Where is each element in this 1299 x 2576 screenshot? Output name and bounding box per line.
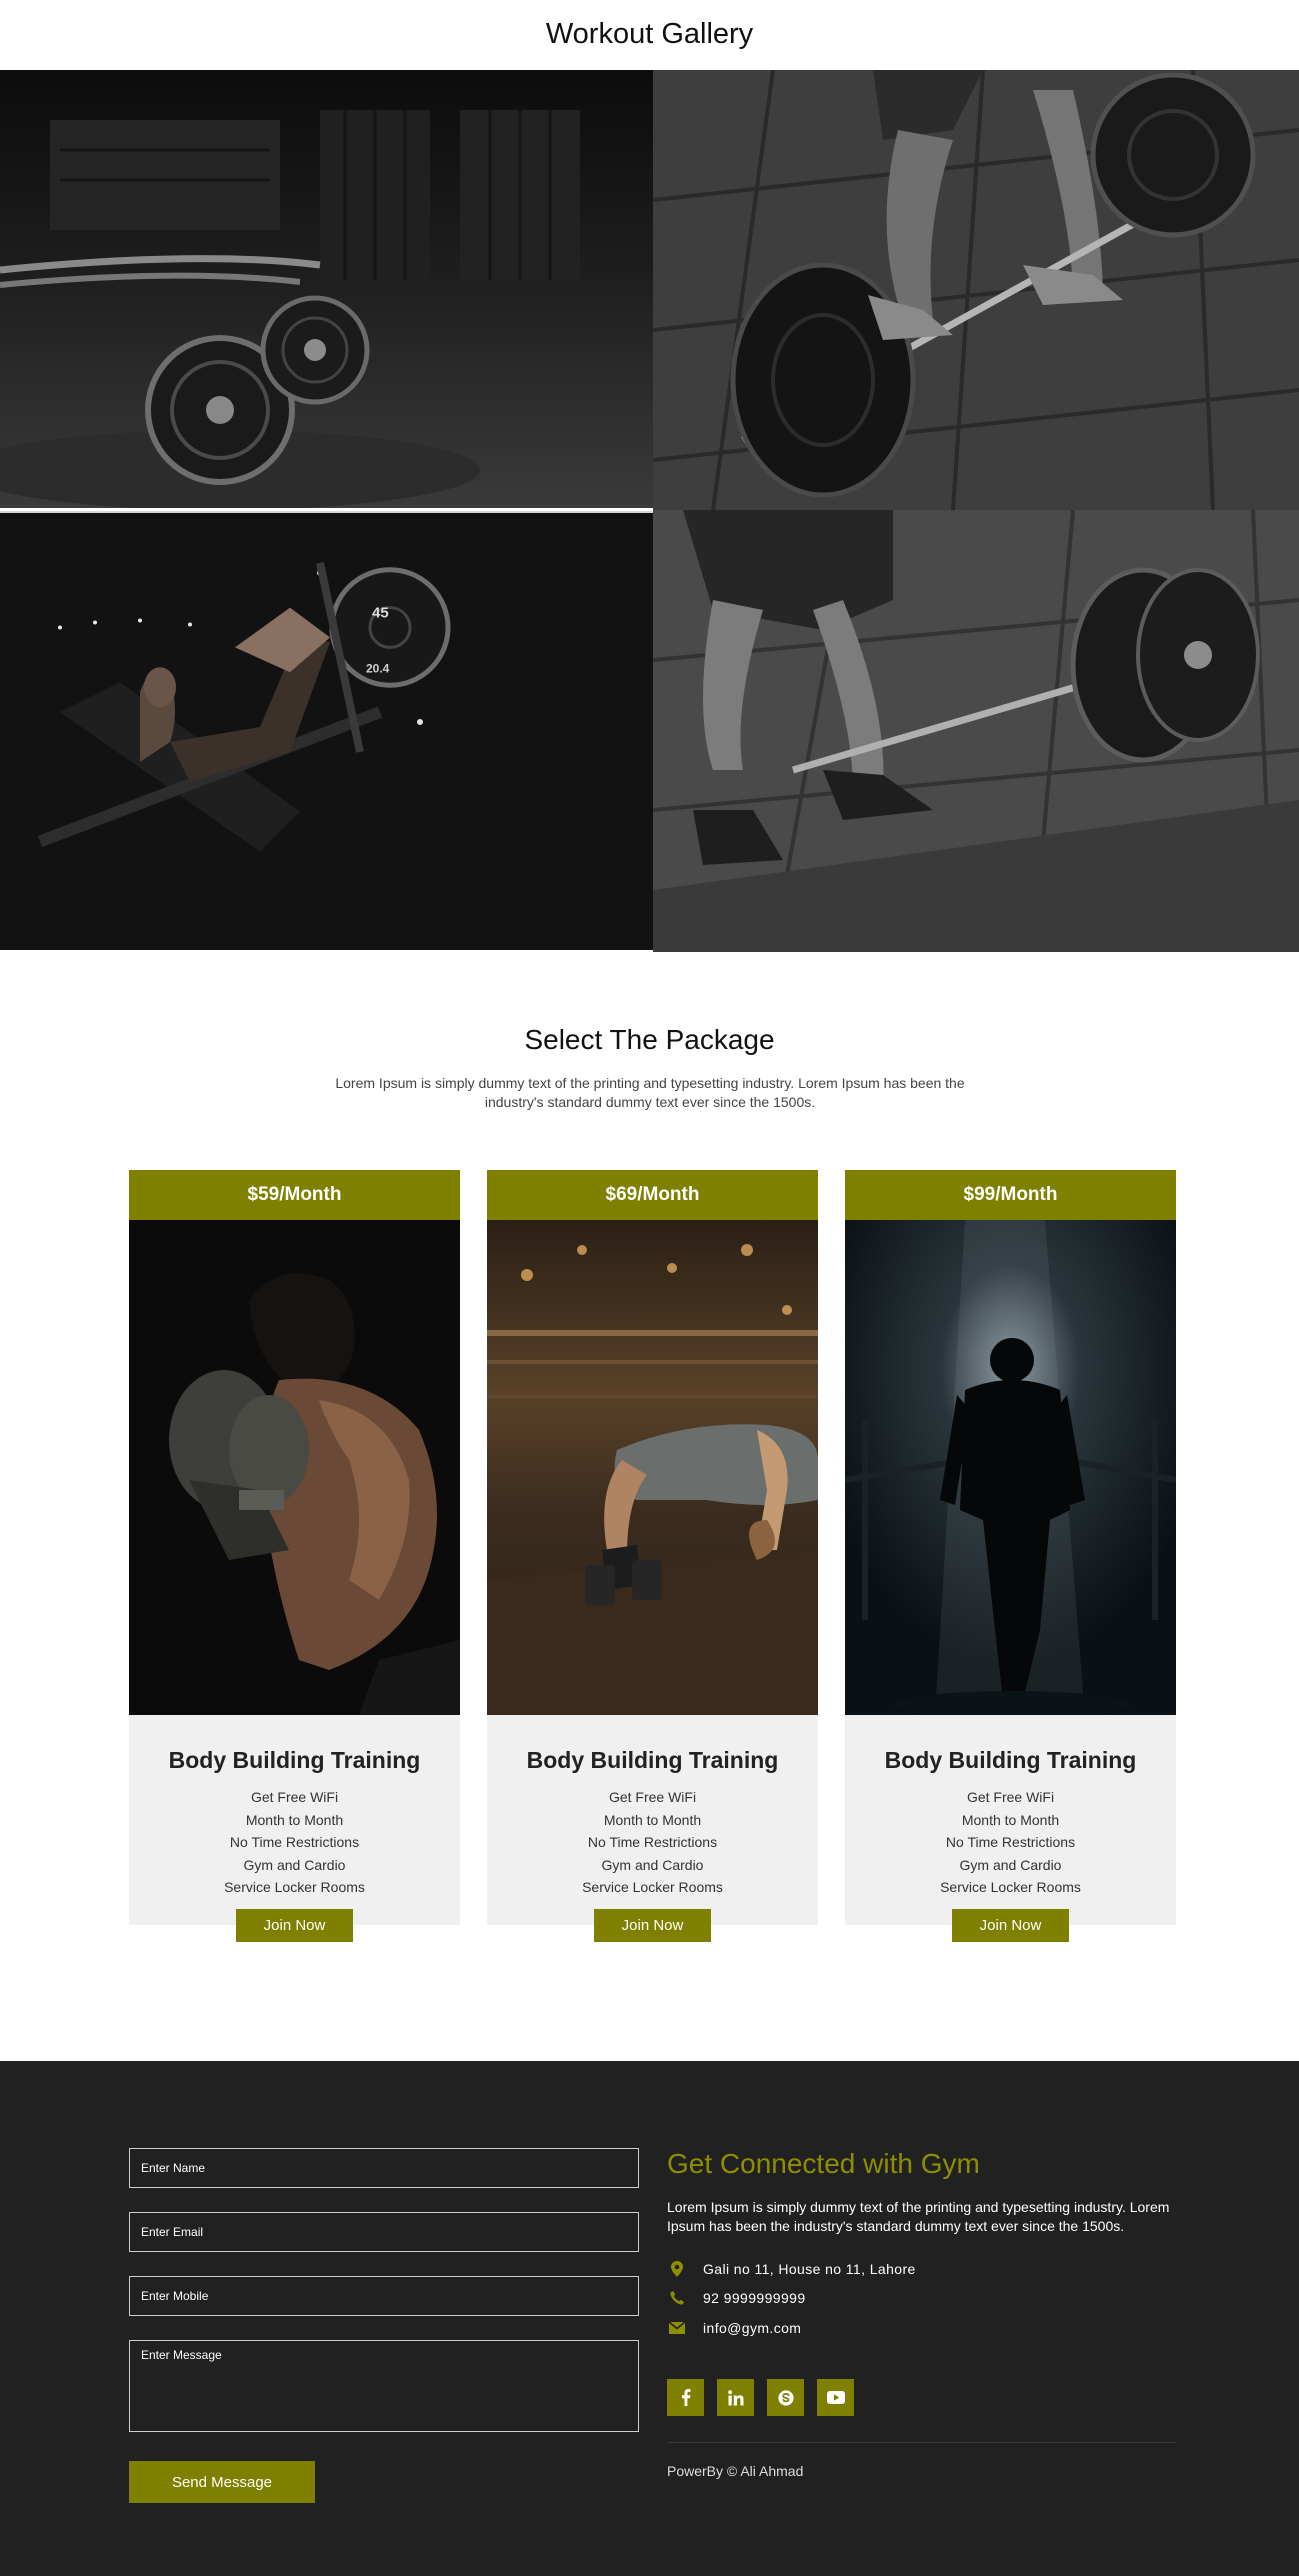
connect-title: Get Connected with Gym: [667, 2148, 980, 2179]
address-text: Gali no 11, House no 11, Lahore: [703, 2261, 916, 2277]
packages-description: Lorem Ipsum is simply dummy text of the …: [335, 1075, 965, 1110]
package-card: $69/Month Body Building Training Get Fre…: [487, 1170, 818, 1942]
package-image-silhouette: [845, 1220, 1176, 1715]
powered-by: PowerBy © Ali Ahmad: [667, 2463, 804, 2479]
join-now-button[interactable]: Join Now: [952, 1908, 1069, 1942]
contact-email: info@gym.com: [667, 2320, 801, 2336]
email-text: info@gym.com: [703, 2320, 802, 2336]
feature-item: Service Locker Rooms: [582, 1879, 723, 1895]
email-field[interactable]: [129, 2212, 639, 2252]
package-features: Get Free WiFi Month to Month No Time Res…: [129, 1786, 460, 1899]
package-price: $69/Month: [487, 1170, 818, 1220]
gallery-header: Workout Gallery: [0, 0, 1299, 70]
connect-description: Lorem Ipsum is simply dummy text of the …: [667, 2199, 1170, 2234]
package-card: $59/Month Body Building Training Get Fre…: [129, 1170, 460, 1942]
packages-title: Select The Package: [524, 1024, 775, 1055]
gallery-title: Workout Gallery: [545, 17, 754, 50]
feature-item: Month to Month: [245, 1811, 344, 1828]
package-price: $59/Month: [129, 1170, 460, 1220]
feature-item: Gym and Cardio: [601, 1856, 704, 1873]
map-marker-icon: [667, 2261, 687, 2277]
feature-item: No Time Restrictions: [229, 1834, 360, 1850]
gallery-photo-barbell-floor: [0, 70, 653, 508]
feature-item: No Time Restrictions: [587, 1834, 718, 1850]
feature-item: Month to Month: [961, 1811, 1060, 1828]
feature-item: No Time Restrictions: [945, 1834, 1076, 1850]
gallery-photo-deadlift-close: [653, 70, 1299, 510]
package-features: Get Free WiFi Month to Month No Time Res…: [845, 1786, 1176, 1899]
join-now-button[interactable]: Join Now: [594, 1908, 711, 1942]
youtube-icon[interactable]: [817, 2379, 854, 2416]
feature-item: Month to Month: [603, 1811, 702, 1828]
mobile-field[interactable]: [129, 2276, 639, 2316]
footer-divider: [667, 2442, 1177, 2443]
facebook-icon[interactable]: [667, 2379, 704, 2416]
svg-text:45: 45: [372, 605, 389, 622]
feature-item: Service Locker Rooms: [224, 1879, 365, 1895]
contact-address: Gali no 11, House no 11, Lahore: [667, 2261, 916, 2277]
feature-item: Get Free WiFi: [608, 1789, 697, 1805]
package-name: Body Building Training: [526, 1747, 779, 1773]
gallery-photo-barbell-lift: [653, 510, 1299, 952]
package-card: $99/Month Body Building Training Get Fre…: [845, 1170, 1176, 1942]
gallery-grid: 45 20.4: [0, 70, 1299, 952]
join-now-button[interactable]: Join Now: [236, 1908, 353, 1942]
feature-item: Get Free WiFi: [250, 1789, 339, 1805]
feature-item: Get Free WiFi: [966, 1789, 1055, 1805]
gallery-photo-leg-press: 45 20.4: [0, 511, 653, 950]
feature-item: Gym and Cardio: [243, 1856, 346, 1873]
feature-item: Service Locker Rooms: [940, 1879, 1081, 1895]
contact-phone: 92 9999999999: [667, 2290, 806, 2306]
package-features: Get Free WiFi Month to Month No Time Res…: [487, 1786, 818, 1899]
package-price: $99/Month: [845, 1170, 1176, 1220]
skype-icon[interactable]: [767, 2379, 804, 2416]
send-message-button[interactable]: Send Message: [129, 2461, 315, 2503]
phone-icon: [667, 2290, 687, 2306]
feature-item: Gym and Cardio: [959, 1856, 1062, 1873]
svg-text:20.4: 20.4: [366, 661, 390, 675]
package-image-boxer: [129, 1220, 460, 1715]
name-field[interactable]: [129, 2148, 639, 2188]
footer: Send Message Get Connected with Gym Lore…: [0, 2061, 1299, 2576]
phone-text: 92 9999999999: [703, 2290, 806, 2306]
package-name: Body Building Training: [168, 1747, 421, 1773]
message-field[interactable]: [129, 2340, 639, 2432]
package-image-pushup: [487, 1220, 818, 1715]
package-name: Body Building Training: [884, 1747, 1137, 1773]
envelope-icon: [667, 2320, 687, 2336]
packages-section: Select The Package Lorem Ipsum is simply…: [0, 950, 1299, 2060]
linkedin-icon[interactable]: [717, 2379, 754, 2416]
